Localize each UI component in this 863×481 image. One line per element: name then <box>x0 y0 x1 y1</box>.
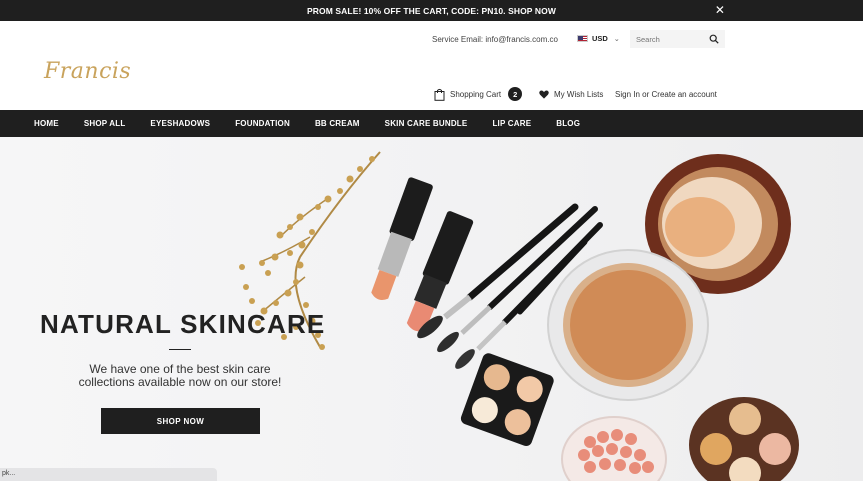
us-flag-icon <box>577 35 588 42</box>
chevron-down-icon: ⌄ <box>613 35 620 43</box>
sign-in-link[interactable]: Sign In <box>615 90 640 99</box>
search-icon[interactable] <box>709 34 719 44</box>
account-links: Sign In or Create an account <box>615 90 717 99</box>
service-email: Service Email: info@francis.com.co <box>432 35 558 44</box>
shop-now-button[interactable]: SHOP NOW <box>101 408 260 434</box>
wishlist-link[interactable]: My Wish Lists <box>539 90 603 99</box>
wishlist-label: My Wish Lists <box>554 90 604 99</box>
announcement-text[interactable]: PROM SALE! 10% OFF THE CART, CODE: PN10.… <box>307 6 556 16</box>
site-logo[interactable]: Francis <box>44 59 131 84</box>
hero-description: We have one of the best skin care collec… <box>78 362 282 389</box>
nav-shop-all[interactable]: SHOP ALL <box>84 119 126 128</box>
currency-label: USD <box>592 34 608 43</box>
blush-pearls-illustration <box>561 416 667 481</box>
create-account-link[interactable]: Create an account <box>652 90 717 99</box>
nav-blog[interactable]: BLOG <box>556 119 580 128</box>
cart-label: Shopping Cart <box>450 89 502 99</box>
close-icon[interactable]: ✕ <box>715 3 725 17</box>
or-text: or <box>642 90 650 99</box>
browser-status-bar: pk... <box>0 468 217 481</box>
eyeshadow-palette-illustration <box>460 353 554 447</box>
compact-powder-illustration <box>547 154 791 401</box>
currency-selector[interactable]: USD ⌄ <box>577 34 620 43</box>
eyeshadow-pot-illustration <box>689 397 799 481</box>
hero-banner: NATURAL SKINCARE We have one of the best… <box>0 137 863 481</box>
shopping-cart-link[interactable]: Shopping Cart 2 <box>434 87 523 101</box>
shopping-bag-icon <box>434 88 445 101</box>
nav-home[interactable]: HOME <box>34 119 59 128</box>
hero-divider <box>169 349 191 350</box>
nav-bb-cream[interactable]: BB CREAM <box>315 119 360 128</box>
main-nav: HOME SHOP ALL EYESHADOWS FOUNDATION BB C… <box>0 110 863 137</box>
site-header: Service Email: info@francis.com.co USD ⌄… <box>0 21 863 110</box>
nav-lip-care[interactable]: LIP CARE <box>492 119 531 128</box>
search-input[interactable] <box>636 34 706 44</box>
hero-title: NATURAL SKINCARE <box>40 309 326 339</box>
heart-icon <box>539 90 549 99</box>
nav-skin-care-bundle[interactable]: SKIN CARE BUNDLE <box>385 119 468 128</box>
announcement-bar: PROM SALE! 10% OFF THE CART, CODE: PN10.… <box>0 0 863 21</box>
cart-count-badge: 2 <box>508 87 523 101</box>
nav-foundation[interactable]: FOUNDATION <box>235 119 290 128</box>
nav-eyeshadows[interactable]: EYESHADOWS <box>150 119 210 128</box>
search-box <box>630 30 725 48</box>
